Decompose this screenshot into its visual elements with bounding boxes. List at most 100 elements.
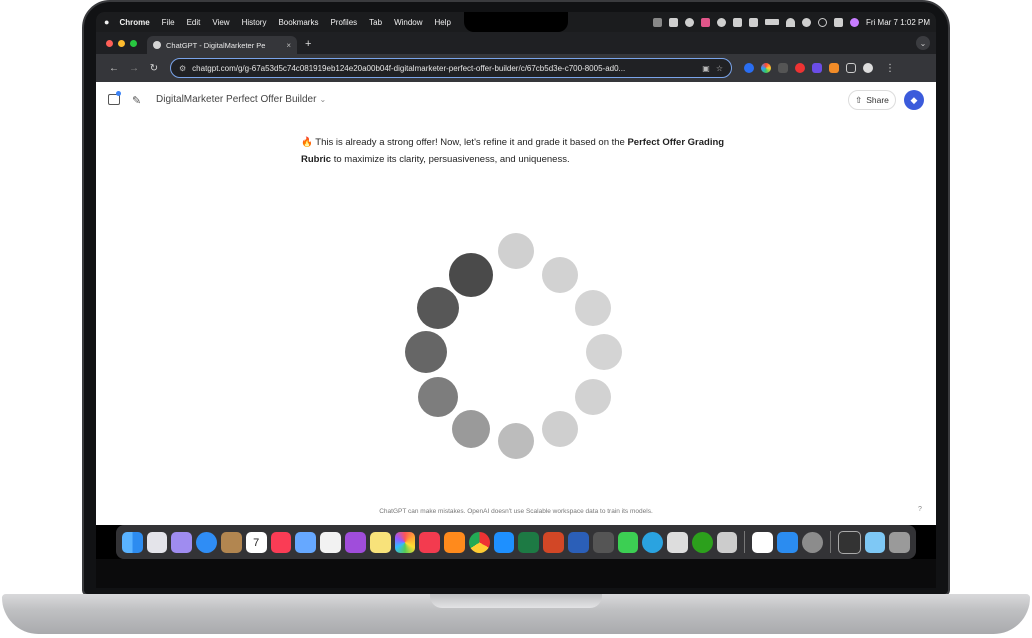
spinner-dot-2 xyxy=(542,257,578,293)
extensions-row: ⋮ xyxy=(744,63,900,74)
chrome-toolbar: ← → ↻ ⚙ chatgpt.com/g/g-67a53d5c74c08191… xyxy=(96,54,936,82)
profile-avatar-icon[interactable] xyxy=(863,63,873,73)
messages-icon[interactable] xyxy=(617,531,639,553)
chrome-icon[interactable] xyxy=(468,531,490,553)
menubar-status-area: Fri Mar 7 1:02 PM xyxy=(652,12,930,32)
status-chatgpt-icon[interactable] xyxy=(684,17,694,27)
status-screen-icon[interactable] xyxy=(668,17,678,27)
notification-dot xyxy=(116,91,121,96)
new-tab-button[interactable]: + xyxy=(305,38,311,50)
news-icon[interactable] xyxy=(419,531,441,553)
launchpad-icon[interactable] xyxy=(146,531,168,553)
menu-history[interactable]: History xyxy=(242,18,267,27)
chrome-menu-icon[interactable]: ⋮ xyxy=(880,63,900,74)
menu-view[interactable]: View xyxy=(212,18,229,27)
books-icon[interactable] xyxy=(444,531,465,553)
status-battery-icon[interactable] xyxy=(764,19,779,25)
menu-chrome[interactable]: Chrome xyxy=(119,18,149,27)
new-chat-icon[interactable]: ✎ xyxy=(132,94,141,107)
apps-icon[interactable] xyxy=(171,531,193,553)
music-icon[interactable] xyxy=(270,531,292,553)
contacts-icon[interactable] xyxy=(221,531,242,553)
back-button[interactable]: ← xyxy=(104,63,124,74)
chatgpt-icon[interactable] xyxy=(752,531,774,553)
slack-icon[interactable] xyxy=(320,531,341,553)
status-app3-icon[interactable] xyxy=(748,17,758,27)
extension-red-icon[interactable] xyxy=(795,63,805,73)
tab-title: ChatGPT - DigitalMarketer Pe xyxy=(166,40,266,50)
bookmark-star-icon[interactable]: ☆ xyxy=(716,64,723,73)
calendar-icon[interactable]: 7 xyxy=(245,531,267,553)
safari-icon[interactable] xyxy=(196,531,218,553)
status-gear-icon[interactable] xyxy=(716,17,726,27)
gpt-profile-icon[interactable]: ◆ xyxy=(904,90,924,110)
word-icon[interactable] xyxy=(567,531,589,553)
tab-search-dropdown-icon[interactable]: ⌄ xyxy=(916,36,930,50)
address-bar[interactable]: ⚙ chatgpt.com/g/g-67a53d5c74c081919eb124… xyxy=(170,58,732,78)
extension-1password-icon[interactable] xyxy=(744,63,754,73)
appstore-icon[interactable] xyxy=(493,531,515,553)
tab-close-icon[interactable]: × xyxy=(286,41,291,50)
message-text-1: This is already a strong offer! Now, let… xyxy=(312,137,628,148)
keynote-icon[interactable] xyxy=(777,531,798,553)
folder-icon[interactable] xyxy=(864,531,886,553)
calculator-icon[interactable] xyxy=(592,531,614,553)
chatgpt-favicon-icon xyxy=(153,41,161,49)
menubar-clock[interactable]: Fri Mar 7 1:02 PM xyxy=(866,18,930,27)
finder-icon[interactable] xyxy=(121,531,143,553)
status-clock-icon[interactable] xyxy=(801,17,811,27)
status-siri-icon[interactable] xyxy=(849,17,859,27)
quickbooks-icon[interactable] xyxy=(691,531,713,553)
extensions-puzzle-icon[interactable] xyxy=(846,63,856,73)
extension-dark-icon[interactable] xyxy=(778,63,788,73)
url-text[interactable]: chatgpt.com/g/g-67a53d5c74c081919eb124e2… xyxy=(192,64,696,73)
zoom-window-button[interactable] xyxy=(130,40,137,47)
photos-icon[interactable] xyxy=(394,531,416,553)
browser-tab-chatgpt[interactable]: ChatGPT - DigitalMarketer Pe × xyxy=(147,36,297,54)
minimize-window-button[interactable] xyxy=(118,40,125,47)
menu-help[interactable]: Help xyxy=(435,18,451,27)
screenshot-icon[interactable] xyxy=(837,530,861,554)
excel-icon[interactable] xyxy=(518,531,540,553)
help-button[interactable]: ? xyxy=(918,506,922,513)
whatsapp-icon[interactable] xyxy=(667,531,688,553)
notes-icon[interactable] xyxy=(369,531,391,553)
gpt-title[interactable]: DigitalMarketer Perfect Offer Builder ⌄ xyxy=(156,94,326,105)
spinner-dot-7 xyxy=(498,423,534,459)
menu-window[interactable]: Window xyxy=(394,18,422,27)
status-app-icon[interactable] xyxy=(652,17,662,27)
system-settings-icon[interactable] xyxy=(801,531,823,553)
apple-menu-icon[interactable]: ● xyxy=(104,17,109,27)
powerpoint-icon[interactable] xyxy=(543,531,564,553)
status-search-icon[interactable] xyxy=(817,17,827,27)
pages-icon[interactable] xyxy=(716,531,738,553)
site-info-icon[interactable]: ⚙ xyxy=(179,64,186,73)
chevron-down-icon: ⌄ xyxy=(319,95,327,104)
menu-edit[interactable]: Edit xyxy=(187,18,201,27)
install-app-icon[interactable]: ▣ xyxy=(702,64,710,73)
loading-spinner xyxy=(405,233,622,459)
podcasts-icon[interactable] xyxy=(344,531,366,553)
status-wifi-icon[interactable] xyxy=(785,17,795,27)
menu-profiles[interactable]: Profiles xyxy=(330,18,357,27)
extension-orange-icon[interactable] xyxy=(829,63,839,73)
status-paw-icon[interactable] xyxy=(700,17,710,27)
menu-tab[interactable]: Tab xyxy=(369,18,382,27)
trash-icon[interactable] xyxy=(889,531,911,553)
clipboard-icon[interactable] xyxy=(295,531,317,553)
chatgpt-page: ✎ DigitalMarketer Perfect Offer Builder ⌄… xyxy=(96,82,936,525)
extension-purple-icon[interactable] xyxy=(812,63,822,73)
fire-emoji-icon: 🔥 xyxy=(301,137,313,148)
status-control-center-icon[interactable] xyxy=(833,17,843,27)
conversation-header: ✎ DigitalMarketer Perfect Offer Builder ⌄… xyxy=(96,82,936,120)
telegram-icon[interactable] xyxy=(642,531,664,553)
close-window-button[interactable] xyxy=(106,40,113,47)
forward-button[interactable]: → xyxy=(124,63,144,74)
share-button[interactable]: ⇧ Share xyxy=(848,90,896,110)
menu-file[interactable]: File xyxy=(162,18,175,27)
extension-color-icon[interactable] xyxy=(761,63,771,73)
status-app2-icon[interactable] xyxy=(732,17,742,27)
window-controls xyxy=(106,40,137,47)
menu-bookmarks[interactable]: Bookmarks xyxy=(278,18,318,27)
reload-button[interactable]: ↻ xyxy=(144,63,164,74)
